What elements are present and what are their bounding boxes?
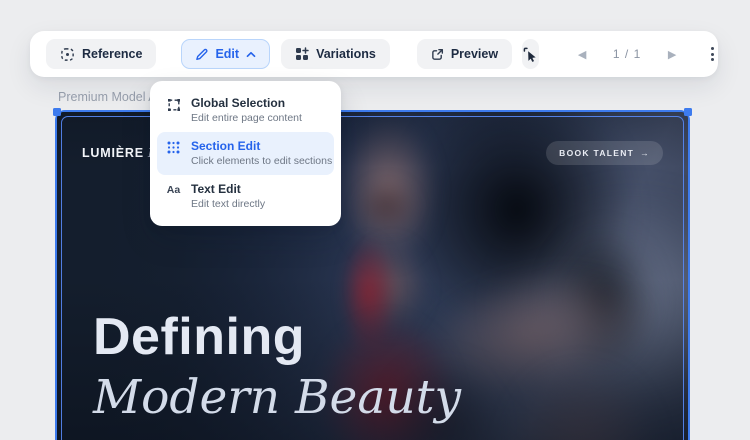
selection-frame-icon — [166, 98, 181, 112]
menu-item-subtitle: Click elements to edit sections — [191, 155, 332, 168]
reference-button[interactable]: Reference — [46, 39, 156, 69]
menu-item-subtitle: Edit entire page content — [191, 112, 302, 125]
menu-item-subtitle: Edit text directly — [191, 198, 265, 211]
edit-label: Edit — [215, 47, 239, 61]
brand-name: LUMIÈRE — [82, 146, 144, 160]
menu-item-title: Section Edit — [191, 139, 332, 154]
book-talent-button[interactable]: BOOK TALENT → — [546, 141, 663, 165]
prev-page-button[interactable]: ◀ — [569, 41, 595, 67]
headline-line2: Modern Beauty — [93, 368, 461, 428]
page-pager: ◀ 1 / 1 ▶ — [569, 41, 685, 67]
pencil-icon — [195, 48, 208, 61]
text-aa-icon: Aa — [166, 184, 181, 196]
element-selector-button[interactable] — [522, 39, 539, 69]
selection-handle-top-left[interactable] — [53, 108, 61, 116]
headline-line1: Defining — [93, 308, 461, 366]
menu-item-section-edit[interactable]: Section Edit Click elements to edit sect… — [157, 132, 334, 175]
chevron-right-icon: ▶ — [668, 48, 676, 61]
chevron-up-icon — [246, 51, 256, 58]
app-root: { "toolbar": { "reference_label": "Refer… — [0, 0, 750, 440]
variations-icon — [295, 47, 309, 61]
page-indicator: 1 / 1 — [595, 47, 659, 61]
menu-item-title: Global Selection — [191, 96, 302, 111]
kebab-dot — [711, 53, 714, 56]
next-page-button[interactable]: ▶ — [659, 41, 685, 67]
menu-item-text-edit[interactable]: Aa Text Edit Edit text directly — [157, 175, 334, 218]
menu-item-global-selection[interactable]: Global Selection Edit entire page conten… — [157, 89, 334, 132]
selection-handle-top-right[interactable] — [684, 108, 692, 116]
editor-toolbar: Reference Edit Variations — [30, 31, 718, 77]
preview-button[interactable]: Preview — [417, 39, 512, 69]
edit-dropdown-menu: Global Selection Edit entire page conten… — [150, 81, 341, 226]
kebab-dot — [711, 47, 714, 50]
element-selector-icon — [523, 47, 538, 62]
book-talent-label: BOOK TALENT — [559, 148, 634, 158]
reference-crosshair-icon — [60, 47, 75, 62]
chevron-left-icon: ◀ — [578, 48, 586, 61]
kebab-dot — [711, 58, 714, 61]
more-options-button[interactable] — [711, 41, 714, 67]
menu-item-title: Text Edit — [191, 182, 265, 197]
arrow-right-icon: → — [640, 148, 650, 158]
variations-button[interactable]: Variations — [281, 39, 390, 69]
hero-headline[interactable]: Defining Modern Beauty — [93, 308, 461, 428]
variations-label: Variations — [316, 47, 376, 61]
external-link-icon — [431, 48, 444, 61]
grid-dots-icon — [166, 141, 181, 154]
edit-button[interactable]: Edit — [181, 39, 270, 69]
reference-label: Reference — [82, 47, 142, 61]
preview-label: Preview — [451, 47, 498, 61]
